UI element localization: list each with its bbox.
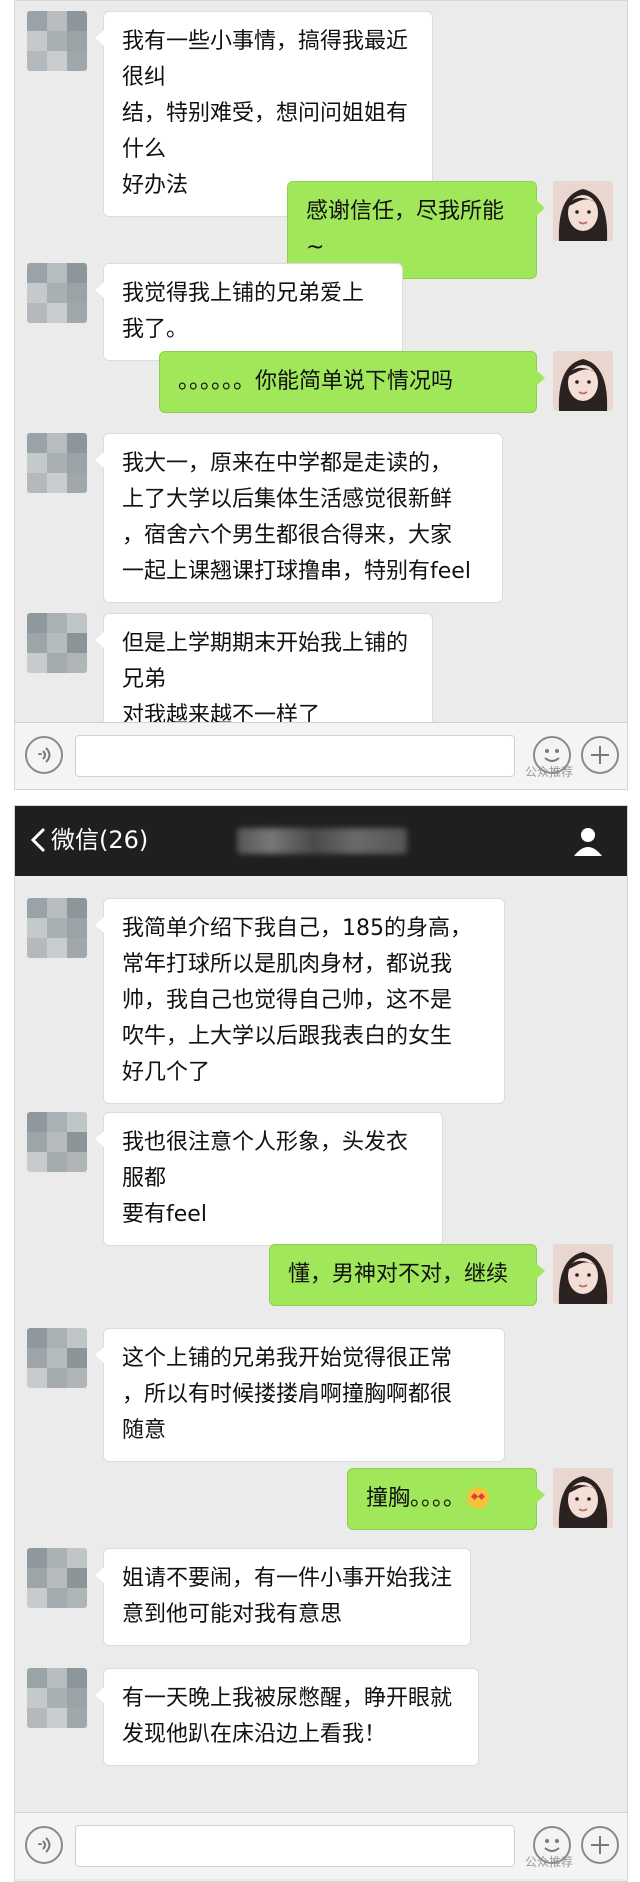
user-avatar[interactable] <box>553 351 613 411</box>
message-text: 懂，男神对不对，继续 <box>288 1262 509 1287</box>
message-bubble[interactable]: 姐请不要闹，有一件小事开始我注 意到他可能对我有意思 <box>95 1548 471 1646</box>
contact-avatar[interactable] <box>27 11 87 71</box>
message-text: 。。。。。。你能简单说下情况吗 <box>178 369 454 394</box>
nav-bar: 微信(26) <box>15 806 627 876</box>
chat-screen-2: 微信(26) 我简单介绍下我自己，185的身高， 常年打球所以是肌肉身材，都说我… <box>14 805 628 1882</box>
chevron-left-icon <box>30 827 46 853</box>
message-bubble[interactable]: 有一天晚上我被尿憋醒，睁开眼就 发现他趴在床沿边上看我！ <box>95 1668 479 1766</box>
message-text: 感谢信任，尽我所能~ <box>306 199 505 260</box>
contact-avatar[interactable] <box>27 263 87 323</box>
contact-avatar[interactable] <box>27 433 87 493</box>
back-label: 微信(26) <box>51 826 149 854</box>
message-bubble[interactable]: 。。。。。。你能简单说下情况吗 <box>159 351 545 413</box>
blurred-contact-name <box>237 828 407 854</box>
contact-avatar[interactable] <box>27 1328 87 1388</box>
plus-icon <box>591 746 609 764</box>
input-bar: 公众推荐 <box>15 722 627 789</box>
message-text: 但是上学期期末开始我上铺的兄弟 对我越来越不一样了 <box>122 631 409 728</box>
message-input[interactable] <box>75 735 515 777</box>
contact-avatar[interactable] <box>27 1112 87 1172</box>
voice-button[interactable] <box>25 1826 63 1864</box>
message-text: 我有一些小事情，搞得我最近很纠 结，特别难受，想问问姐姐有什么 好办法 <box>122 29 409 198</box>
watermark: 公众推荐 <box>525 765 574 779</box>
message-text: 我大一，原来在中学都是走读的， 上了大学以后集体生活感觉很新鲜 ，宿舍六个男生都… <box>122 451 471 584</box>
profile-icon[interactable] <box>571 824 605 858</box>
contact-avatar[interactable] <box>27 898 87 958</box>
message-text: 有一天晚上我被尿憋醒，睁开眼就 发现他趴在床沿边上看我！ <box>122 1686 453 1747</box>
user-avatar[interactable] <box>553 1244 613 1304</box>
message-bubble[interactable]: 撞胸。。。。 <box>347 1468 545 1530</box>
input-bar: 公众推荐 <box>15 1812 627 1879</box>
more-button[interactable] <box>581 1826 619 1864</box>
voice-icon <box>38 1837 51 1853</box>
message-input[interactable] <box>75 1825 515 1867</box>
contact-avatar[interactable] <box>27 1548 87 1608</box>
message-text: 我也很注意个人形象，头发衣服都 要有feel <box>122 1130 409 1227</box>
user-avatar[interactable] <box>553 1468 613 1528</box>
message-bubble[interactable]: 我简单介绍下我自己，185的身高， 常年打球所以是肌肉身材，都说我 帅，我自己也… <box>95 898 505 1104</box>
message-bubble[interactable]: 我觉得我上铺的兄弟爱上我了。 <box>95 263 403 361</box>
message-bubble[interactable]: 我大一，原来在中学都是走读的， 上了大学以后集体生活感觉很新鲜 ，宿舍六个男生都… <box>95 433 503 603</box>
watermark: 公众推荐 <box>525 1855 574 1869</box>
plus-icon <box>591 1836 609 1854</box>
contact-avatar[interactable] <box>27 613 87 673</box>
voice-button[interactable] <box>25 736 63 774</box>
contact-avatar[interactable] <box>27 1668 87 1728</box>
message-bubble[interactable]: 这个上铺的兄弟我开始觉得很正常 ，所以有时候搂搂肩啊撞胸啊都很 随意 <box>95 1328 505 1462</box>
message-text: 我觉得我上铺的兄弟爱上我了。 <box>122 281 365 342</box>
user-avatar[interactable] <box>553 181 613 241</box>
message-text: 姐请不要闹，有一件小事开始我注 意到他可能对我有意思 <box>122 1566 453 1627</box>
message-bubble[interactable]: 懂，男神对不对，继续 <box>269 1244 545 1306</box>
chat-screen-1: 我有一些小事情，搞得我最近很纠 结，特别难受，想问问姐姐有什么 好办法 感谢信任，… <box>14 0 628 790</box>
message-text: 我简单介绍下我自己，185的身高， 常年打球所以是肌肉身材，都说我 帅，我自己也… <box>122 916 472 1085</box>
message-bubble[interactable]: 我也很注意个人形象，头发衣服都 要有feel <box>95 1112 443 1246</box>
message-text: 撞胸。。。。 <box>366 1486 466 1511</box>
message-text: 这个上铺的兄弟我开始觉得很正常 ，所以有时候搂搂肩啊撞胸啊都很 随意 <box>122 1346 453 1443</box>
voice-icon <box>38 747 51 763</box>
more-button[interactable] <box>581 736 619 774</box>
back-button[interactable]: 微信(26) <box>29 820 148 860</box>
blush-emoji <box>467 1487 490 1509</box>
